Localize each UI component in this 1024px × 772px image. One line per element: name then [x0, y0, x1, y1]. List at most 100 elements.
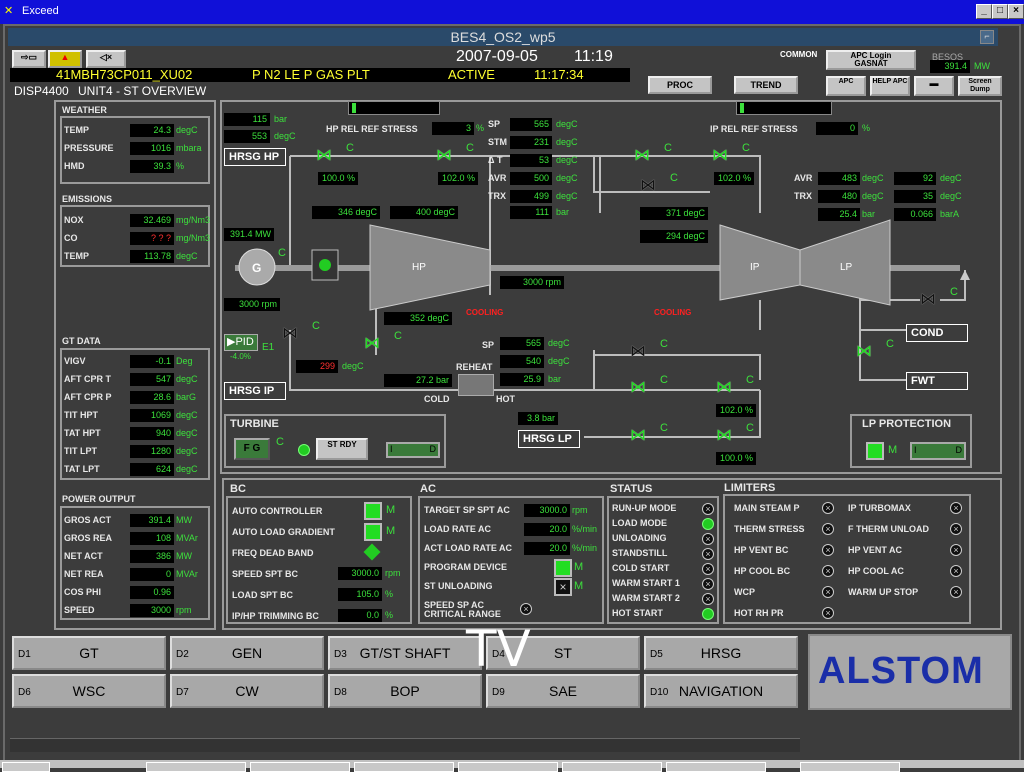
status-on-indicator: [702, 518, 714, 530]
valve-icon[interactable]: ⋈: [640, 178, 668, 196]
taskbar: [0, 760, 1024, 772]
lp-unit: barA: [940, 209, 960, 219]
hp-stm-unit: degC: [556, 137, 578, 147]
lp-protection-mode[interactable]: [866, 442, 884, 460]
gtdata-value: 940: [130, 427, 174, 440]
valve-icon[interactable]: ⋈: [856, 344, 884, 362]
rh-sp-label: SP: [482, 340, 495, 350]
ac-mode-label: M: [574, 580, 584, 592]
ip-unit: degC: [862, 173, 884, 183]
nav-button-wsc[interactable]: D6 WSC: [12, 674, 166, 708]
nav-button-bop[interactable]: D8 BOP: [328, 674, 482, 708]
limiter-label: HOT RH PR: [734, 608, 784, 618]
valve-open-value: 100.0 %: [716, 452, 756, 465]
nav-label: SAE: [548, 683, 577, 699]
valve-icon[interactable]: ⋈: [630, 344, 658, 362]
valve-icon[interactable]: ⋈: [364, 336, 392, 354]
bc-row-value[interactable]: 3000.0: [338, 567, 382, 580]
nav-button-cw[interactable]: D7 CW: [170, 674, 324, 708]
valve-icon[interactable]: ⋈: [634, 148, 662, 166]
emissions-unit: degC: [176, 251, 198, 261]
taskbar-item-exceed[interactable]: [800, 762, 900, 772]
gtdata-unit: barG: [176, 392, 197, 402]
nav-button-sae[interactable]: D9 SAE: [486, 674, 640, 708]
nav-key: D5: [650, 649, 663, 660]
gtdata-unit: degC: [176, 410, 198, 420]
gtdata-unit: degC: [176, 374, 198, 384]
limiter-indicator: ×: [950, 586, 962, 598]
cond-link[interactable]: COND: [906, 324, 968, 342]
status-label: HOT START: [612, 608, 663, 618]
nav-button-gt-st-shaft[interactable]: D3 GT/ST SHAFT: [328, 636, 482, 670]
emissions-label: NOX: [64, 215, 84, 225]
valve-open-value: 102.0 %: [714, 172, 754, 185]
gtdata-label: TAT LPT: [64, 464, 100, 474]
bottom-strip: [10, 738, 800, 752]
nav-key: D6: [18, 687, 31, 698]
valve-icon[interactable]: ⋈: [920, 292, 948, 310]
hrsg-lp-link[interactable]: HRSG LP: [518, 430, 580, 448]
ip-value: 483: [818, 172, 860, 185]
nav-button-gen[interactable]: D2 GEN: [170, 636, 324, 670]
ac-mode-toggle[interactable]: [554, 559, 572, 577]
ac-row-value[interactable]: 3000.0: [524, 504, 570, 517]
turbine-id-slider[interactable]: ID: [386, 442, 440, 458]
hrsg-hp-link[interactable]: HRSG HP: [224, 148, 286, 166]
valve-icon[interactable]: ⋈: [712, 148, 740, 166]
bc-mode-toggle[interactable]: [364, 502, 382, 520]
taskbar-item-1[interactable]: [146, 762, 246, 772]
ac-row-value[interactable]: 20.0: [524, 542, 570, 555]
taskbar-item-3[interactable]: [354, 762, 454, 772]
hp-dt-unit: degC: [556, 155, 578, 165]
status-on-indicator: [702, 608, 714, 620]
gtdata-value: 1280: [130, 445, 174, 458]
hp-sp-unit: degC: [556, 119, 578, 129]
pid-button[interactable]: ▶PID: [224, 334, 258, 351]
valve-c-label: C: [466, 142, 474, 154]
taskbar-item-5[interactable]: [562, 762, 662, 772]
valve-icon[interactable]: ⋈: [630, 428, 658, 446]
valve-icon[interactable]: ⋈: [630, 380, 658, 398]
ac-mode-toggle[interactable]: ×: [554, 578, 572, 596]
limiter-indicator: ×: [950, 523, 962, 535]
hrsg-ip-link[interactable]: HRSG IP: [224, 382, 286, 400]
hp-stm-value: 231: [510, 136, 552, 149]
status-off-indicator: ×: [702, 533, 714, 545]
taskbar-item-6[interactable]: [666, 762, 766, 772]
valve-icon[interactable]: ⋈: [316, 148, 344, 166]
emissions-label: TEMP: [64, 251, 90, 261]
emissions-value: ? ? ?: [130, 232, 174, 245]
hot-label: HOT: [496, 394, 515, 404]
rpm-1-value: 3000 rpm: [224, 298, 280, 311]
ip-trx-label: TRX: [794, 191, 812, 201]
valve-icon[interactable]: ⋈: [716, 428, 744, 446]
status-label: WARM START 1: [612, 578, 680, 588]
nav-button-hrsg[interactable]: D5 HRSG: [644, 636, 798, 670]
power-label: GROS REA: [64, 533, 113, 543]
fg-button[interactable]: F G: [234, 438, 270, 460]
lp-value: 0.066: [894, 208, 936, 221]
hp-in-temp-2: 400 degC: [390, 206, 458, 219]
power-unit: MW: [176, 515, 192, 525]
ac-row-value[interactable]: 20.0: [524, 523, 570, 536]
st-rdy-button[interactable]: ST RDY: [316, 438, 368, 460]
bc-mode-toggle[interactable]: [364, 523, 382, 541]
nav-button-gt[interactable]: D1 GT: [12, 636, 166, 670]
fwt-link[interactable]: FWT: [906, 372, 968, 390]
nav-button-navigation[interactable]: D10 NAVIGATION: [644, 674, 798, 708]
valve-icon[interactable]: ⋈: [716, 380, 744, 398]
bc-row-value[interactable]: 105.0: [338, 588, 382, 601]
taskbar-item-2[interactable]: [250, 762, 350, 772]
start-button[interactable]: [2, 762, 50, 772]
status-label: STANDSTILL: [612, 548, 668, 558]
hp-trx-label: TRX: [488, 191, 506, 201]
limiters-panel: [723, 494, 971, 624]
gtdata-label: TAT HPT: [64, 428, 101, 438]
power-value: 0: [130, 568, 174, 581]
bc-row-value[interactable]: 0.0: [338, 609, 382, 622]
taskbar-item-4[interactable]: [458, 762, 558, 772]
valve-icon[interactable]: ⋈: [282, 326, 310, 344]
lp-protection-slider[interactable]: ID: [910, 442, 966, 460]
valve-icon[interactable]: ⋈: [436, 148, 464, 166]
limiter-label: WARM UP STOP: [848, 587, 919, 597]
